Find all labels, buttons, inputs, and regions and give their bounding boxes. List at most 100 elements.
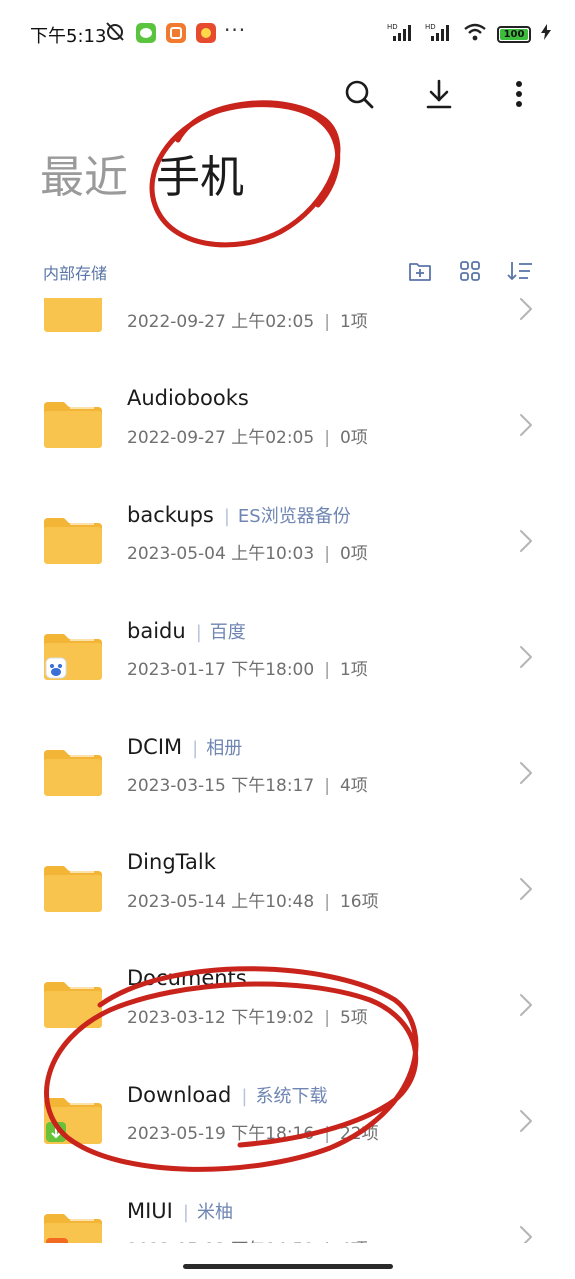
folder-title-line: backups | ES浏览器备份 [127, 502, 351, 528]
folder-list: 2022-09-27 上午02:05 | 1项 Audiobooks 2022-09-2… [0, 298, 575, 1243]
folder-name: Documents [127, 966, 247, 990]
folder-alias: 相册 [206, 738, 243, 759]
folder-meta: 2023-01-17 下午18:00 | 1项 [127, 655, 368, 680]
folder-item-count: 1项 [339, 312, 368, 332]
folder-item-count: 16项 [339, 892, 379, 912]
folder-title-line: baidu | 百度 [127, 618, 246, 644]
folder-date: 2023-05-19 下午18:16 [127, 1124, 315, 1144]
folder-icon [44, 518, 102, 564]
breadcrumb-internal-storage[interactable]: 内部存储 [43, 260, 107, 284]
folder-row[interactable]: Audiobooks 2022-09-27 上午02:05 | 0项 [0, 368, 575, 484]
miui-folder-icon: MIUI [44, 1214, 102, 1243]
folder-date: 2022-09-27 上午02:05 [127, 312, 315, 332]
alias-separator: | [182, 1202, 189, 1223]
wifi-icon [463, 23, 487, 45]
folder-name: Download [127, 1083, 232, 1107]
chevron-right-icon [518, 876, 534, 902]
folder-alias: 百度 [209, 622, 246, 643]
meta-separator: | [324, 428, 330, 448]
folder-meta: 2023-05-14 上午10:48 | 16项 [127, 887, 379, 912]
download-icon[interactable] [423, 78, 455, 110]
chevron-right-icon [518, 528, 534, 554]
folder-date: 2023-05-04 上午10:03 [127, 544, 315, 564]
tab-recent[interactable]: 最近 [40, 150, 128, 206]
folder-row[interactable]: Download | 系统下载 2023-05-19 下午18:16 | 22项 [0, 1064, 575, 1180]
view-tabs: 最近 手机 [40, 150, 244, 206]
folder-date: 2023-03-12 下午19:02 [127, 1008, 315, 1028]
download-folder-icon [44, 1098, 102, 1144]
game-notification-icon [196, 23, 216, 43]
folder-title-line: MIUI | 米柚 [127, 1198, 233, 1224]
folder-name: DCIM [127, 735, 183, 759]
folder-title-line: Audiobooks [127, 386, 249, 410]
folder-row[interactable]: baidu | 百度 2023-01-17 下午18:00 | 1项 [0, 600, 575, 716]
folder-name: baidu [127, 619, 186, 643]
folder-name: DingTalk [127, 850, 216, 874]
folder-item-count: 0项 [339, 544, 368, 564]
folder-date: 2023-01-17 下午18:00 [127, 660, 315, 680]
folder-row[interactable]: DCIM | 相册 2023-03-15 下午18:17 | 4项 [0, 716, 575, 832]
folder-date: 2023-05-14 上午10:48 [127, 892, 315, 912]
folder-meta: 2023-05-13 下午14:59 | 4项 [127, 1235, 368, 1243]
folder-icon [44, 866, 102, 912]
folder-alias: ES浏览器备份 [237, 506, 351, 527]
folder-alias: 米柚 [196, 1202, 233, 1223]
signal-hd-1-icon: HD [387, 22, 415, 46]
chevron-right-icon [518, 644, 534, 670]
location-bar: 内部存储 [43, 258, 533, 284]
folder-meta: 2023-03-15 下午18:17 | 4项 [127, 771, 368, 796]
grid-view-icon[interactable] [457, 258, 483, 284]
meta-separator: | [324, 892, 330, 912]
folder-date: 2023-03-15 下午18:17 [127, 776, 315, 796]
folder-item-count: 0项 [339, 428, 368, 448]
folder-meta: 2023-03-12 下午19:02 | 5项 [127, 1003, 368, 1028]
battery-icon: 100 [497, 25, 531, 43]
chevron-right-icon [518, 1108, 534, 1134]
folder-meta: 2023-05-19 下午18:16 | 22项 [127, 1119, 379, 1144]
folder-row[interactable]: backups | ES浏览器备份 2023-05-04 上午10:03 | 0项 [0, 484, 575, 600]
location-actions [407, 258, 533, 284]
folder-item-count: 1项 [339, 660, 368, 680]
alias-separator: | [192, 738, 199, 759]
folder-row[interactable]: 2022-09-27 上午02:05 | 1项 [0, 298, 575, 368]
folder-icon [44, 750, 102, 796]
folder-alias: 系统下载 [255, 1086, 328, 1107]
meta-separator: | [324, 312, 330, 332]
status-time: 下午5:13 [30, 26, 107, 47]
chevron-right-icon [518, 1224, 534, 1243]
folder-row[interactable]: Documents 2023-03-12 下午19:02 | 5项 [0, 948, 575, 1064]
folder-title-line: Download | 系统下载 [127, 1082, 327, 1108]
home-indicator[interactable] [183, 1264, 393, 1269]
folder-icon [44, 298, 102, 332]
folder-item-count: 5项 [339, 1008, 368, 1028]
meta-separator: | [324, 544, 330, 564]
folder-title-line: Documents [127, 966, 247, 990]
folder-meta: 2023-05-04 上午10:03 | 0项 [127, 539, 368, 564]
alias-separator: | [241, 1086, 248, 1107]
folder-meta: 2022-09-27 上午02:05 | 0项 [127, 423, 368, 448]
alias-separator: | [195, 622, 202, 643]
chevron-right-icon [518, 760, 534, 786]
new-folder-icon[interactable] [407, 258, 433, 284]
folder-name: backups [127, 503, 214, 527]
status-bar: 下午5:13 ··· HD HD 100 [0, 0, 575, 68]
more-menu-icon[interactable] [503, 78, 535, 110]
meta-separator: | [324, 660, 330, 680]
meta-separator: | [324, 776, 330, 796]
alarm-off-icon [104, 20, 126, 46]
folder-item-count: 4项 [339, 776, 368, 796]
folder-row[interactable]: DingTalk 2023-05-14 上午10:48 | 16项 [0, 832, 575, 948]
folder-icon [44, 982, 102, 1028]
sort-icon[interactable] [507, 258, 533, 284]
app-notification-icon [166, 23, 186, 43]
folder-name: Audiobooks [127, 386, 249, 410]
chevron-right-icon [518, 298, 534, 322]
wechat-notification-icon [136, 23, 156, 43]
svg-text:HD: HD [425, 23, 436, 31]
folder-icon [44, 402, 102, 448]
folder-row[interactable]: MIUI MIUI | 米柚 2023-05-13 下午14:59 | 4项 [0, 1180, 575, 1243]
tab-phone[interactable]: 手机 [156, 150, 244, 206]
search-icon[interactable] [343, 78, 375, 110]
svg-text:HD: HD [387, 23, 398, 31]
folder-item-count: 4项 [340, 1240, 368, 1243]
